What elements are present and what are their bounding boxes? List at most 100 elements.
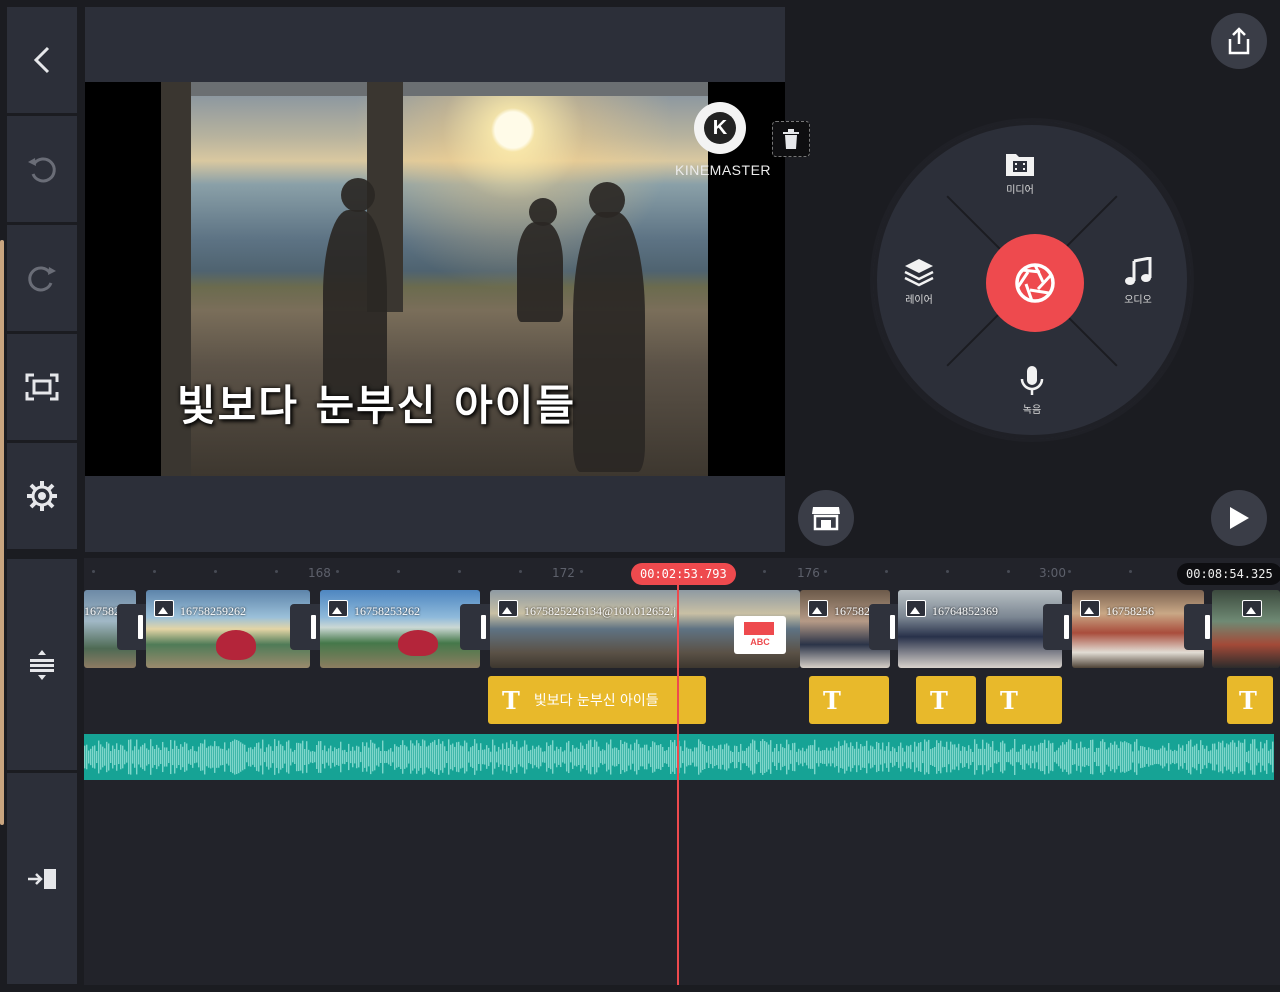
audio-track[interactable] xyxy=(84,734,1274,780)
waveform-bar xyxy=(314,751,316,763)
waveform-bar xyxy=(344,749,346,765)
waveform-bar xyxy=(664,750,666,764)
waveform-bar xyxy=(1168,743,1170,771)
text-icon: T xyxy=(1239,685,1257,715)
timeline[interactable]: 168 172 176 3:00 16758253 16758259262 16… xyxy=(84,558,1280,985)
video-preview[interactable]: 빛보다 눈부신 아이들 xyxy=(85,82,785,476)
undo-button[interactable] xyxy=(7,116,77,222)
waveform-bar xyxy=(522,746,524,768)
waveform-bar xyxy=(338,748,340,766)
waveform-bar xyxy=(852,745,854,769)
waveform-bar xyxy=(686,747,688,767)
waveform-bar xyxy=(896,751,898,763)
waveform-bar xyxy=(954,744,956,770)
video-clip[interactable] xyxy=(1212,590,1280,668)
waveform-bar xyxy=(354,750,356,764)
waveform-bar xyxy=(1094,751,1096,763)
waveform-bar xyxy=(1238,740,1240,774)
waveform-bar xyxy=(732,751,734,763)
image-icon xyxy=(328,600,348,617)
waveform-bar xyxy=(436,744,438,770)
ruler-label: 176 xyxy=(797,566,820,580)
waveform-bar xyxy=(1104,742,1106,772)
waveform-bar xyxy=(124,749,126,765)
waveform-bar xyxy=(102,746,104,768)
share-button[interactable] xyxy=(1211,13,1267,69)
text-clip[interactable]: T xyxy=(916,676,976,724)
waveform-bar xyxy=(906,745,908,769)
waveform-bar xyxy=(734,745,736,769)
waveform-bar xyxy=(104,748,106,766)
waveform-bar xyxy=(430,742,432,772)
waveform-bar xyxy=(620,740,622,774)
waveform-bar xyxy=(580,742,582,772)
back-button[interactable] xyxy=(7,7,77,113)
waveform-bar xyxy=(978,748,980,766)
video-clip[interactable]: 16764852369 xyxy=(898,590,1062,668)
waveform-bar xyxy=(662,747,664,767)
text-clip[interactable]: T xyxy=(986,676,1062,724)
waveform-bar xyxy=(846,743,848,771)
waveform-bar xyxy=(634,742,636,772)
video-clip[interactable]: 16758253262 xyxy=(320,590,480,668)
text-clip[interactable]: T 빛보다 눈부신 아이들 xyxy=(488,676,706,724)
play-button[interactable] xyxy=(1211,490,1267,546)
waveform-bar xyxy=(802,747,804,767)
waveform-bar xyxy=(1014,739,1016,775)
waveform-bar xyxy=(326,751,328,763)
text-clip[interactable]: T xyxy=(809,676,889,724)
waveform-bar xyxy=(180,744,182,770)
waveform-bar xyxy=(1270,749,1272,765)
waveform-bar xyxy=(228,748,230,766)
waveform-bar xyxy=(1130,744,1132,770)
delete-watermark-button[interactable] xyxy=(772,121,810,157)
waveform-bar xyxy=(668,747,670,767)
waveform-bar xyxy=(1140,745,1142,769)
record-label: 녹음 xyxy=(1022,405,1042,416)
layer-button[interactable]: 레이어 xyxy=(903,257,935,306)
waveform-bar xyxy=(1030,745,1032,769)
waveform-bar xyxy=(472,745,474,769)
asset-store-button[interactable] xyxy=(798,490,854,546)
waveform-bar xyxy=(348,743,350,771)
waveform-bar xyxy=(860,744,862,770)
waveform-bar xyxy=(272,750,274,764)
playhead[interactable] xyxy=(677,584,679,985)
waveform-bar xyxy=(154,748,156,766)
waveform-bar xyxy=(966,750,968,764)
waveform-bar xyxy=(1128,743,1130,771)
record-video-button[interactable] xyxy=(986,234,1084,332)
media-button[interactable]: 미디어 xyxy=(1005,151,1035,196)
audio-button[interactable]: 오디오 xyxy=(1123,257,1153,306)
waveform-bar xyxy=(1106,749,1108,765)
settings-button[interactable] xyxy=(7,443,77,549)
waveform-bar xyxy=(1088,747,1090,767)
jump-to-end-button[interactable] xyxy=(7,773,77,984)
sticker-clip[interactable]: ABC xyxy=(734,616,786,654)
timeline-height-button[interactable] xyxy=(7,559,77,770)
video-clip[interactable]: 16758259262 xyxy=(146,590,310,668)
waveform-bar xyxy=(1212,743,1214,771)
waveform-bar xyxy=(422,739,424,775)
waveform-bar xyxy=(582,745,584,769)
capture-button[interactable] xyxy=(7,334,77,440)
waveform-bar xyxy=(294,749,296,765)
voice-record-button[interactable]: 녹음 xyxy=(1019,365,1045,416)
waveform-bar xyxy=(378,747,380,767)
text-clip[interactable]: T xyxy=(1227,676,1273,724)
waveform-bar xyxy=(1248,750,1250,764)
waveform-bar xyxy=(1142,746,1144,768)
waveform-bar xyxy=(496,751,498,763)
waveform-bar xyxy=(1080,741,1082,773)
waveform-bar xyxy=(1188,741,1190,773)
ruler-tick xyxy=(1007,570,1010,573)
text-icon: T xyxy=(930,685,948,715)
waveform-bar xyxy=(866,740,868,774)
waveform-bar xyxy=(870,745,872,769)
waveform-bar xyxy=(616,747,618,767)
capture-frame-icon xyxy=(25,373,59,401)
redo-button[interactable] xyxy=(7,225,77,331)
waveform-bar xyxy=(642,747,644,767)
waveform-bar xyxy=(490,751,492,763)
waveform-bar xyxy=(868,750,870,764)
